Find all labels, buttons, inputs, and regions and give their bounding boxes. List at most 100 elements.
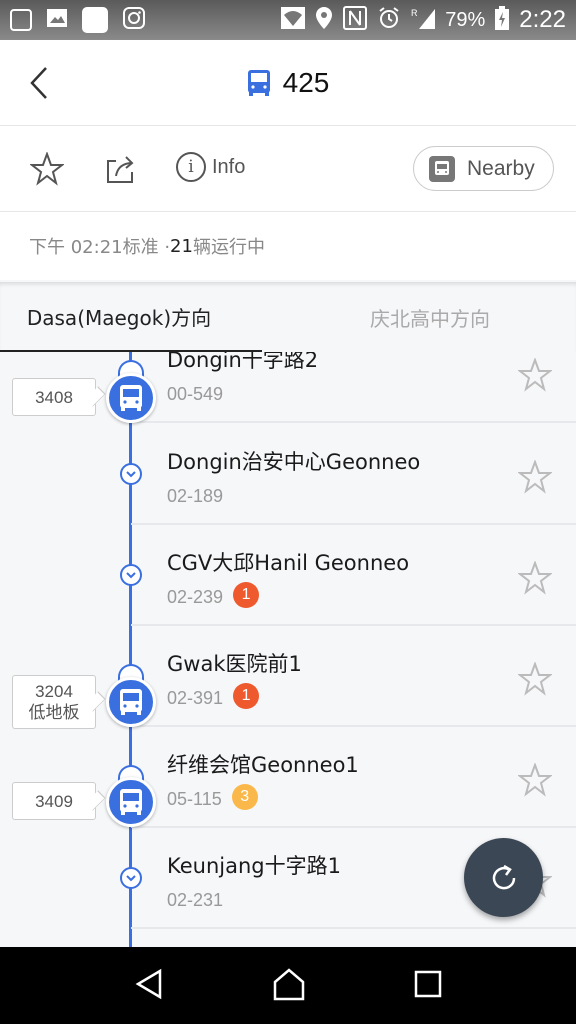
stop-code-text: 05-115 xyxy=(167,789,222,809)
nav-home-button[interactable] xyxy=(272,967,306,1005)
update-time: 下午 02:21标准 · xyxy=(29,237,171,258)
star-icon xyxy=(517,357,553,392)
refresh-button[interactable] xyxy=(464,838,543,917)
bus-number: 3408 xyxy=(35,387,73,407)
info-icon: i xyxy=(176,152,206,182)
favorite-button[interactable] xyxy=(29,151,65,190)
nfc-icon xyxy=(343,5,368,35)
stop-code-text: 00-549 xyxy=(167,384,224,404)
nav-back-button[interactable] xyxy=(134,968,164,1004)
bus-marker[interactable] xyxy=(106,777,156,827)
stop-row[interactable]: CGV大邱Hanil Geonneo 02-239 1 xyxy=(131,525,576,626)
svg-text:R: R xyxy=(411,8,418,18)
stop-name: Dongin治安中心Geonneo xyxy=(167,450,421,474)
stop-favorite-button[interactable] xyxy=(517,762,553,801)
alarm-icon xyxy=(377,6,401,35)
chevron-down-icon xyxy=(126,572,136,579)
bus-count: 21 xyxy=(170,235,193,257)
stop-code-text: 02-391 xyxy=(167,688,224,708)
bus-number: 3409 xyxy=(35,791,73,811)
stop-name: 纤维会馆Geonneo1 xyxy=(167,753,359,777)
stop-favorite-button[interactable] xyxy=(517,357,553,396)
stop-row[interactable]: Dongin治安中心Geonneo 02-189 xyxy=(131,424,576,525)
stop-name: Dongin十字路2 xyxy=(167,352,319,372)
stop-code: 02-189 xyxy=(167,486,223,507)
arrival-count-badge: 1 xyxy=(233,581,260,608)
bus-icon xyxy=(120,689,142,715)
bus-icon xyxy=(429,155,455,182)
battery-charging-icon xyxy=(495,5,510,35)
stop-favorite-button[interactable] xyxy=(517,459,553,498)
wifi-icon xyxy=(281,6,306,34)
star-icon xyxy=(29,151,65,186)
info-label: Info xyxy=(212,155,246,178)
running-label: 辆运行中 xyxy=(192,237,265,258)
clock: 2:22 xyxy=(519,6,566,33)
update-status: 下午 02:21标准 · 21 辆运行中 xyxy=(0,212,576,280)
bus-icon xyxy=(120,789,142,815)
app-header: 425 xyxy=(0,40,576,126)
bus-number: 3204 xyxy=(35,682,73,701)
bus-icon xyxy=(120,385,142,411)
chevron-down-icon xyxy=(126,471,136,478)
blank-app-icon xyxy=(82,7,108,33)
star-icon xyxy=(517,661,553,696)
bus-icon xyxy=(247,69,270,96)
bus-marker[interactable] xyxy=(106,677,156,727)
stop-code-text: 02-239 xyxy=(167,587,224,607)
nearby-button[interactable]: Nearby xyxy=(413,146,554,191)
stop-name: CGV大邱Hanil Geonneo xyxy=(167,551,410,575)
bus-marker[interactable] xyxy=(106,373,156,423)
back-triangle-icon xyxy=(135,968,162,999)
status-bar: R 79% 2:22 xyxy=(0,0,576,40)
page-title: 425 xyxy=(247,66,330,99)
route-number: 425 xyxy=(282,66,330,98)
stop-row[interactable]: Gwak医院前1 02-391 1 xyxy=(131,626,576,727)
stop-row[interactable]: 纤维会馆Geonneo1 05-115 3 xyxy=(131,727,576,828)
location-icon xyxy=(315,6,333,35)
arrival-count-badge: 3 xyxy=(231,783,258,810)
chevron-left-icon xyxy=(30,67,47,99)
home-icon xyxy=(273,967,305,1000)
share-icon xyxy=(107,156,134,183)
stop-code: 02-231 xyxy=(167,890,223,911)
stop-name: Gwak医院前1 xyxy=(167,652,302,676)
direction-tabs: Dasa(Maegok)方向 庆北高中方向 xyxy=(0,282,576,352)
stop-node xyxy=(120,564,142,586)
stop-code-text: 02-189 xyxy=(167,486,224,506)
battery-percent: 79% xyxy=(445,8,486,31)
tab-direction-gyeongbuk[interactable]: 庆北高中方向 xyxy=(286,282,574,352)
sync-icon xyxy=(10,9,32,31)
bus-low-floor-note: 低地板 xyxy=(28,703,80,722)
stop-code: 02-391 1 xyxy=(167,682,260,709)
stop-code-text: 02-231 xyxy=(167,890,224,910)
stop-code: 00-549 xyxy=(167,384,223,405)
stop-node xyxy=(120,463,142,485)
nav-recents-button[interactable] xyxy=(414,970,442,1002)
stop-favorite-button[interactable] xyxy=(517,560,553,599)
tab-direction-dasa[interactable]: Dasa(Maegok)方向 xyxy=(0,282,262,352)
stop-row[interactable]: Dongin十字路2 00-549 xyxy=(131,352,576,423)
stop-code: 02-239 1 xyxy=(167,581,260,608)
recents-icon xyxy=(414,970,442,997)
chevron-down-icon xyxy=(126,875,136,882)
stop-code: 05-115 3 xyxy=(167,783,258,810)
action-toolbar: i Info Nearby xyxy=(0,126,576,212)
refresh-icon xyxy=(492,864,515,889)
info-button[interactable]: i Info xyxy=(176,152,245,182)
back-button[interactable] xyxy=(26,66,56,100)
bus-number-label: 3204 低地板 xyxy=(12,675,96,729)
image-icon xyxy=(46,8,68,32)
share-button[interactable] xyxy=(104,152,138,190)
bus-number-label: 3409 xyxy=(12,782,96,820)
bus-number-label: 3408 xyxy=(12,378,96,416)
nearby-label: Nearby xyxy=(467,156,535,180)
stop-favorite-button[interactable] xyxy=(517,661,553,700)
stop-node xyxy=(120,867,142,889)
star-icon xyxy=(517,459,553,494)
star-icon xyxy=(517,762,553,797)
signal-icon: R xyxy=(411,7,436,34)
arrival-count-badge: 1 xyxy=(233,682,260,709)
system-nav-bar xyxy=(0,947,576,1024)
instagram-icon xyxy=(122,6,146,34)
